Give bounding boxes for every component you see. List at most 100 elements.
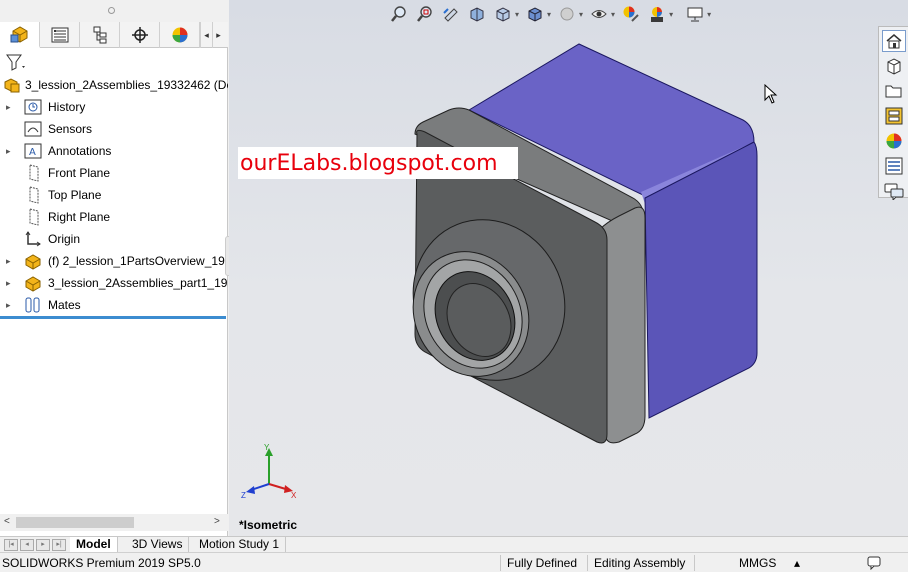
part-icon <box>24 274 42 292</box>
tree-item-3-lession-2assemblies-part1-1933[interactable]: ▸ 3_lession_2Assemblies_part1_1933 <box>0 272 228 294</box>
tree-item-annotations[interactable]: ▸ A Annotations <box>0 140 228 162</box>
hide-show-items-button[interactable] <box>557 4 577 24</box>
plane-icon <box>24 208 42 226</box>
custom-properties-tab[interactable] <box>882 155 906 177</box>
tab-display-manager[interactable] <box>160 22 200 48</box>
apply-scene-button[interactable] <box>621 4 641 24</box>
design-library-tab[interactable] <box>882 55 906 77</box>
monitor-dropdown-icon[interactable]: ▾ <box>707 10 711 19</box>
monitor-button[interactable] <box>685 4 705 24</box>
tree-root-assembly[interactable]: 3_lession_2Assemblies_19332462 (Defa <box>0 74 228 96</box>
scroll-thumb[interactable] <box>16 517 134 528</box>
view-orientation-icon <box>496 7 510 22</box>
edit-appearance-button[interactable] <box>589 4 609 24</box>
tree-item-label: Right Plane <box>48 210 111 224</box>
task-pane <box>878 26 908 200</box>
zoom-to-area-icon <box>417 6 432 22</box>
display-style-button[interactable] <box>525 4 545 24</box>
appearances-icon <box>886 133 901 149</box>
tree-item-top-plane[interactable]: Top Plane <box>0 184 228 206</box>
tab-propertymanager[interactable] <box>40 22 80 48</box>
view-settings-button[interactable] <box>647 4 667 24</box>
expand-arrow-icon[interactable]: ▸ <box>6 102 14 113</box>
tree-item-label: History <box>48 100 86 114</box>
scroll-left-arrow-icon[interactable]: < <box>4 516 10 527</box>
monitor-icon <box>687 7 703 22</box>
status-options-icon[interactable] <box>866 554 884 572</box>
edit-appearance-icon <box>591 10 607 18</box>
expand-arrow-icon[interactable]: ▸ <box>6 146 14 157</box>
triad-x-label: X <box>291 491 297 500</box>
solidworks-resources-tab[interactable] <box>881 30 906 52</box>
view-palette-tab[interactable] <box>882 105 906 127</box>
tree-item-label: Sensors <box>48 122 93 136</box>
tree-item-f-2-lession-1partsoverview-1933[interactable]: ▸ (f) 2_lession_1PartsOverview_1933 <box>0 250 228 272</box>
units-selector[interactable]: MMGS <box>739 556 776 570</box>
section-view-button[interactable] <box>467 4 487 24</box>
filter-button[interactable] <box>4 52 28 72</box>
view-settings-icon <box>651 7 664 22</box>
tab-3d-views[interactable]: 3D Views <box>126 537 190 553</box>
tab-motion-study[interactable]: Motion Study 1 <box>193 537 287 553</box>
expand-arrow-icon[interactable]: ▸ <box>6 300 14 311</box>
tree-item-label: Mates <box>48 298 81 312</box>
feature-tree: 3_lession_2Assemblies_19332462 (Defa ▸ His… <box>0 74 228 316</box>
tree-item-right-plane[interactable]: Right Plane <box>0 206 228 228</box>
units-dropdown-icon[interactable]: ▴ <box>794 556 800 570</box>
zoom-to-fit-icon <box>391 6 406 22</box>
bottom-tab-bar: |◂ ◂ ▸ ▸| Model 3D Views Motion Study 1 <box>0 536 908 553</box>
prev-tab-arrow-icon[interactable]: ◂ <box>20 539 34 551</box>
previous-view-icon <box>443 8 458 22</box>
origin-icon <box>24 230 42 248</box>
mouse-cursor-icon <box>764 84 778 104</box>
status-definition: Fully Defined <box>507 556 578 570</box>
view-orientation-button[interactable] <box>493 4 513 24</box>
section-view-icon <box>470 7 484 22</box>
view-settings-dropdown-icon[interactable]: ▾ <box>669 10 673 19</box>
tabs-scroll-left[interactable]: ◂ <box>200 22 212 48</box>
zoom-to-area-button[interactable] <box>415 4 435 24</box>
triad-z-label: Z <box>241 491 246 500</box>
forum-icon <box>884 183 903 200</box>
tab-dimxpert[interactable] <box>120 22 160 48</box>
tab-featuremanager[interactable] <box>0 22 40 48</box>
expand-arrow-icon[interactable]: ▸ <box>6 278 14 289</box>
tree-item-origin[interactable]: Origin <box>0 228 228 250</box>
graphics-area[interactable]: ▾ ▾ ▾ ▾ ▾ ▾ ourELabs.blogspot.com Y X Z … <box>229 0 908 536</box>
view-orientation-label: *Isometric <box>239 518 298 532</box>
svg-text:A: A <box>29 147 36 158</box>
zoom-to-fit-button[interactable] <box>389 4 409 24</box>
tree-item-history[interactable]: ▸ History <box>0 96 228 118</box>
tree-item-sensors[interactable]: Sensors <box>0 118 228 140</box>
hide-show-dropdown-icon[interactable]: ▾ <box>579 10 583 19</box>
filter-icon <box>6 54 25 71</box>
expand-arrow-icon[interactable]: ▸ <box>6 256 14 267</box>
tree-item-front-plane[interactable]: Front Plane <box>0 162 228 184</box>
tab-configurationmanager[interactable] <box>80 22 120 48</box>
previous-view-button[interactable] <box>441 4 461 24</box>
next-tab-arrow-icon[interactable]: ▸ <box>36 539 50 551</box>
first-tab-arrow-icon[interactable]: |◂ <box>4 539 18 551</box>
panel-grip-icon[interactable] <box>108 7 115 14</box>
display-style-dropdown-icon[interactable]: ▾ <box>547 10 551 19</box>
reference-triad: Y X Z <box>241 443 297 500</box>
tab-model[interactable]: Model <box>70 537 118 553</box>
tree-item-mates[interactable]: ▸ Mates <box>0 294 228 316</box>
forum-tab[interactable] <box>882 180 906 202</box>
rollback-bar[interactable] <box>0 316 226 319</box>
file-explorer-tab[interactable] <box>882 80 906 102</box>
last-tab-arrow-icon[interactable]: ▸| <box>52 539 66 551</box>
scroll-right-arrow-icon[interactable]: > <box>214 516 220 527</box>
assembly-icon <box>3 76 21 94</box>
featuremanager-icon <box>10 26 27 43</box>
filter-row <box>0 50 228 74</box>
home-icon <box>886 34 901 49</box>
tabs-scroll-right[interactable]: ▸ <box>212 22 224 48</box>
tree-horizontal-scrollbar[interactable]: < > <box>0 514 228 531</box>
tree-item-label: Origin <box>48 232 81 246</box>
part-icon <box>24 252 42 270</box>
edit-appearance-dropdown-icon[interactable]: ▾ <box>611 10 615 19</box>
camera-assembly-model[interactable] <box>409 38 769 458</box>
view-orientation-dropdown-icon[interactable]: ▾ <box>515 10 519 19</box>
appearances-scenes-tab[interactable] <box>882 130 906 152</box>
